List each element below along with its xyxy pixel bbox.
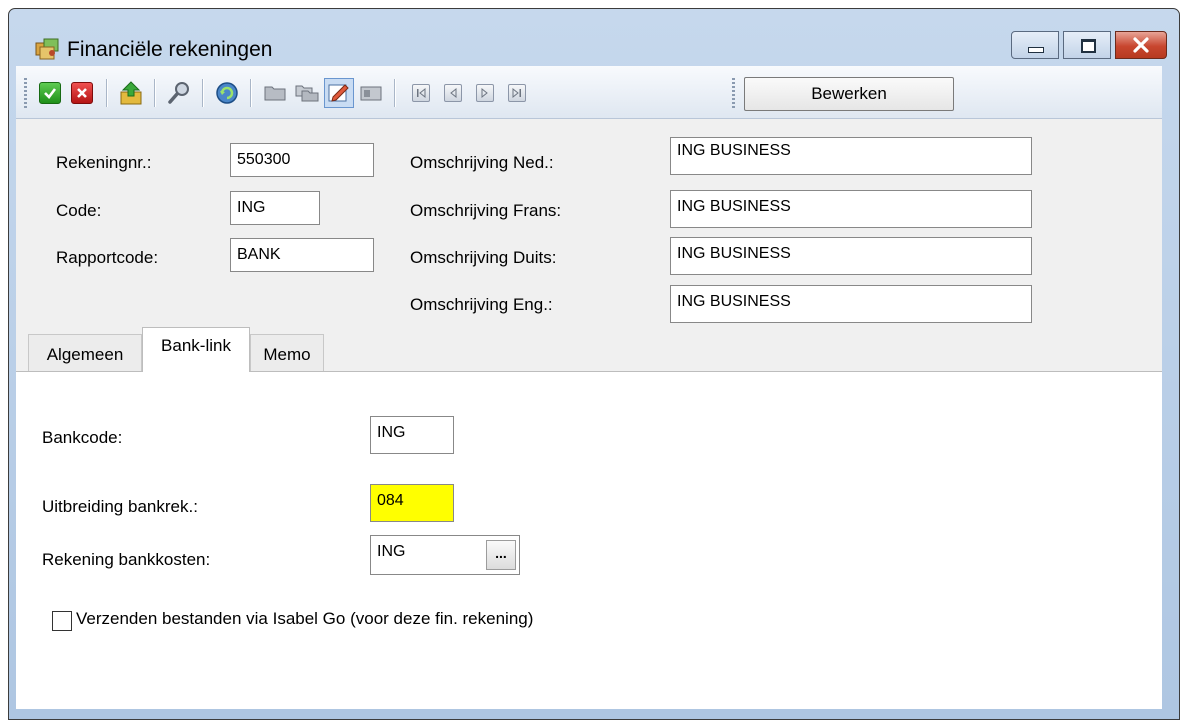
maximize-button[interactable] (1063, 31, 1111, 59)
export-icon (120, 81, 142, 105)
save-button[interactable] (36, 78, 66, 108)
refresh-button[interactable] (212, 78, 242, 108)
close-icon (1133, 37, 1149, 53)
mode-button[interactable]: Bewerken (744, 77, 954, 111)
toolbar-separator (250, 79, 252, 107)
folder-button[interactable] (260, 78, 290, 108)
form-area: Rekeningnr.: 550300 Code: ING Rapportcod… (16, 119, 1162, 709)
omschrijving-duits-field[interactable]: ING BUSINESS (670, 237, 1032, 275)
edit-button[interactable] (324, 78, 354, 108)
app-icon (35, 38, 59, 60)
last-record-button[interactable] (502, 78, 532, 108)
maximize-icon (1081, 39, 1096, 53)
minimize-icon (1028, 47, 1044, 53)
isabel-label: Verzenden bestanden via Isabel Go (voor … (76, 609, 534, 628)
previous-record-icon (444, 84, 462, 102)
search-icon (168, 82, 189, 104)
next-record-icon (476, 84, 494, 102)
close-button[interactable] (1115, 31, 1167, 59)
toolbar-separator (202, 79, 204, 107)
previous-record-button[interactable] (438, 78, 468, 108)
omschrijving-frans-label: Omschrijving Frans: (410, 201, 562, 220)
omschrijving-ned-field[interactable]: ING BUSINESS (670, 137, 1032, 175)
search-button[interactable] (164, 78, 194, 108)
toolbar-separator (394, 79, 396, 107)
cancel-x-icon (71, 82, 93, 104)
bank-link-panel: Bankcode: ING Uitbreiding bankrek.: 084 … (16, 371, 1162, 709)
omschrijving-frans-field[interactable]: ING BUSINESS (670, 190, 1032, 228)
toolbar-grip[interactable] (732, 78, 735, 108)
edit-form-icon (328, 84, 349, 102)
window-title: Financiële rekeningen (67, 38, 273, 61)
bankkosten-browse-button[interactable]: ... (486, 540, 516, 570)
omschrijving-ned-label: Omschrijving Ned.: (410, 153, 554, 172)
folders-icon (295, 85, 319, 102)
card-button[interactable] (356, 78, 386, 108)
toolbar: Bewerken (16, 66, 1162, 119)
toolbar-separator (106, 79, 108, 107)
first-record-icon (412, 84, 430, 102)
omschrijving-eng-label: Omschrijving Eng.: (410, 295, 553, 314)
check-icon (39, 82, 61, 104)
last-record-icon (508, 84, 526, 102)
rapportcode-field[interactable]: BANK (230, 238, 374, 272)
bankcode-label: Bankcode: (42, 428, 123, 447)
rekeningnr-field[interactable]: 550300 (230, 143, 374, 177)
toolbar-grip[interactable] (24, 78, 27, 108)
next-record-button[interactable] (470, 78, 500, 108)
bankkosten-value: ING (377, 543, 406, 560)
isabel-checkbox[interactable] (52, 611, 72, 631)
export-button[interactable] (116, 78, 146, 108)
uitbreiding-label: Uitbreiding bankrek.: (42, 497, 198, 516)
omschrijving-duits-label: Omschrijving Duits: (410, 248, 557, 267)
tab-bank-link[interactable]: Bank-link (142, 327, 250, 372)
cancel-button[interactable] (68, 78, 98, 108)
tab-algemeen[interactable]: Algemeen (28, 334, 142, 372)
omschrijving-eng-field[interactable]: ING BUSINESS (670, 285, 1032, 323)
first-record-button[interactable] (406, 78, 436, 108)
folders-button[interactable] (292, 78, 322, 108)
folder-icon (264, 86, 286, 101)
card-icon (360, 86, 382, 101)
tab-memo[interactable]: Memo (250, 334, 324, 372)
code-label: Code: (56, 201, 102, 220)
title-bar[interactable]: Financiële rekeningen (9, 9, 1179, 73)
refresh-icon (216, 82, 238, 104)
bankkosten-label: Rekening bankkosten: (42, 550, 211, 569)
minimize-button[interactable] (1011, 31, 1059, 59)
rapportcode-label: Rapportcode: (56, 248, 159, 267)
window-controls (1011, 31, 1167, 61)
code-field[interactable]: ING (230, 191, 320, 225)
bankcode-field[interactable]: ING (370, 416, 454, 454)
toolbar-separator (154, 79, 156, 107)
uitbreiding-field[interactable]: 084 (370, 484, 454, 522)
rekeningnr-label: Rekeningnr.: (56, 153, 152, 172)
